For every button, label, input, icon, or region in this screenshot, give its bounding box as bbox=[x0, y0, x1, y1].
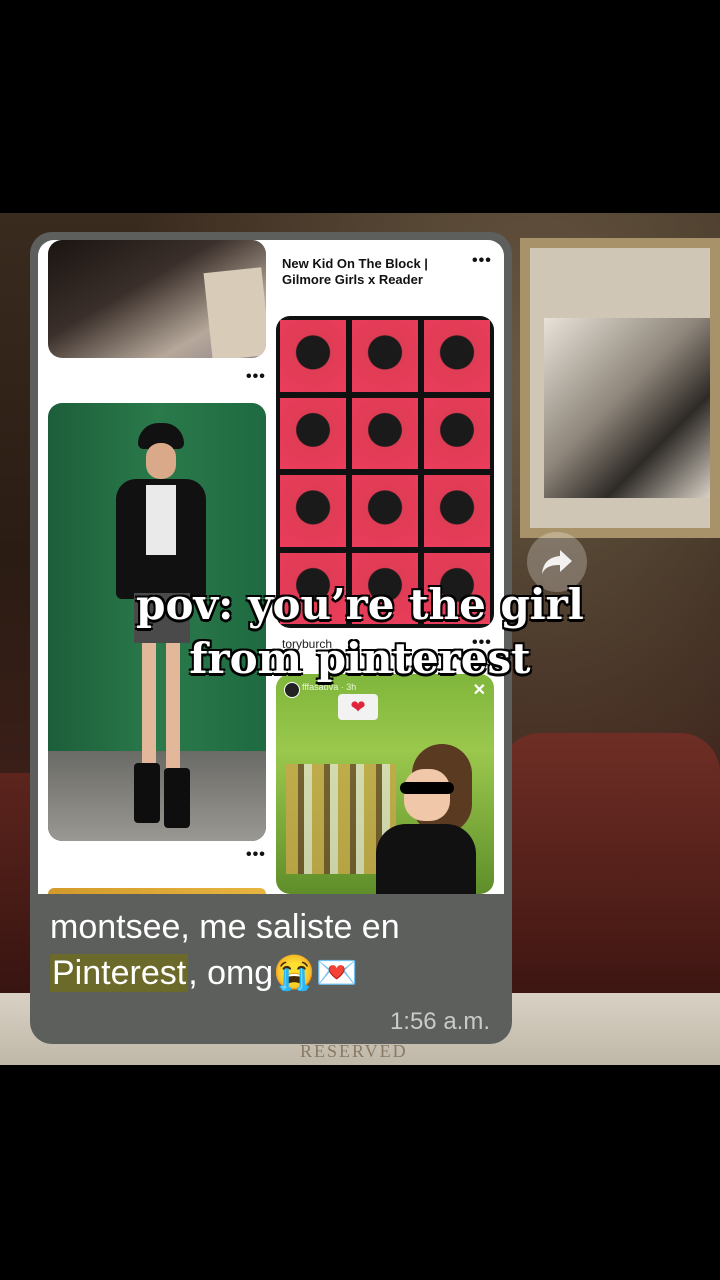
video-caption: pov: you’re the girl from pinterest bbox=[0, 578, 720, 686]
pin-image-story[interactable]: ❤ fffasaova · 3h ✕ bbox=[276, 674, 494, 894]
message-timestamp: 1:56 a.m. bbox=[389, 1008, 490, 1035]
pin-image-partial[interactable] bbox=[48, 888, 266, 894]
reserved-sign: RESERVED bbox=[300, 1041, 408, 1061]
caption-line-2: from pinterest bbox=[189, 634, 531, 683]
wall-portrait bbox=[520, 238, 720, 538]
message-text: montsee, me saliste en Pinterest, omg😭💌 bbox=[50, 904, 500, 996]
more-dots-icon[interactable]: ••• bbox=[246, 846, 266, 864]
pinterest-screenshot[interactable]: ••• ••• New Kid On The Block | Gilmore G… bbox=[38, 240, 504, 894]
more-dots-icon[interactable]: ••• bbox=[472, 252, 492, 270]
caption-line-1: pov: you’re the girl bbox=[136, 580, 584, 629]
pin-image[interactable] bbox=[48, 240, 266, 358]
share-arrow-icon bbox=[542, 550, 572, 574]
pin-title[interactable]: New Kid On The Block | Gilmore Girls x R… bbox=[282, 256, 462, 288]
message-highlight[interactable]: Pinterest bbox=[50, 954, 189, 992]
more-dots-icon[interactable]: ••• bbox=[246, 368, 266, 386]
message-text-before: montsee, me saliste en bbox=[50, 908, 400, 946]
heart-letter-icon: ❤ bbox=[338, 694, 378, 720]
message-text-after: , omg😭💌 bbox=[188, 954, 358, 992]
